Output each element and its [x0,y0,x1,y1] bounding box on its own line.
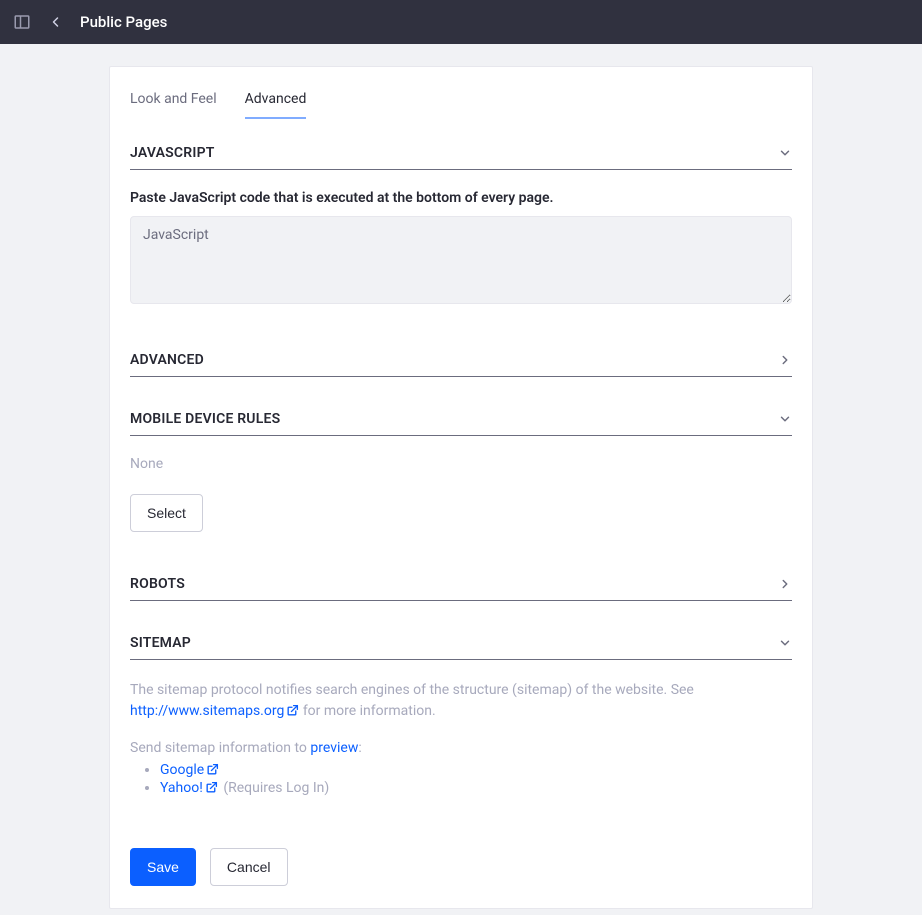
select-button[interactable]: Select [130,494,203,532]
section-sitemap-body: The sitemap protocol notifies search eng… [130,660,792,808]
page-title: Public Pages [80,13,167,31]
yahoo-note: (Requires Log In) [223,780,329,796]
section-robots-title: ROBOTS [130,576,185,592]
external-link-icon [206,763,219,776]
sitemap-provider-list: Google Yahoo! (Requires Log In) [130,762,792,796]
tab-advanced[interactable]: Advanced [245,91,307,119]
sitemap-send-suffix: : [358,740,361,756]
sitemap-send-prefix: Send sitemap information to [130,740,310,756]
section-javascript-header[interactable]: JAVASCRIPT [130,145,792,170]
chevron-down-icon [778,412,792,426]
cancel-button[interactable]: Cancel [210,848,288,886]
sitemap-send-line: Send sitemap information to preview: [130,740,792,756]
settings-card: Look and Feel Advanced JAVASCRIPT Paste … [109,66,813,909]
tab-look-and-feel[interactable]: Look and Feel [130,91,217,119]
section-javascript-body: Paste JavaScript code that is executed a… [130,170,792,318]
list-item: Yahoo! (Requires Log In) [160,780,792,796]
section-javascript-title: JAVASCRIPT [130,145,215,161]
save-button[interactable]: Save [130,848,196,886]
topbar: Public Pages [0,0,922,44]
main-content: Look and Feel Advanced JAVASCRIPT Paste … [0,44,922,909]
section-mobile-header[interactable]: MOBILE DEVICE RULES [130,411,792,436]
yahoo-link[interactable]: Yahoo! [160,780,218,796]
external-link-icon [205,781,218,794]
sitemap-desc-suffix: for more information. [303,703,436,719]
sitemap-description: The sitemap protocol notifies search eng… [130,680,792,722]
sitemap-desc-prefix: The sitemap protocol notifies search eng… [130,682,694,698]
sitemap-protocol-link[interactable]: http://www.sitemaps.org [130,703,299,719]
form-actions: Save Cancel [130,848,792,886]
javascript-input[interactable] [130,216,792,304]
back-icon[interactable] [46,16,66,28]
chevron-down-icon [778,146,792,160]
section-mobile-title: MOBILE DEVICE RULES [130,411,280,427]
mobile-none-text: None [130,456,792,472]
section-sitemap-header[interactable]: SITEMAP [130,635,792,660]
chevron-down-icon [778,636,792,650]
section-robots-header[interactable]: ROBOTS [130,576,792,601]
panel-toggle-icon[interactable] [12,13,32,31]
javascript-field-label: Paste JavaScript code that is executed a… [130,190,792,206]
preview-link[interactable]: preview [310,740,358,756]
chevron-right-icon [778,577,792,591]
section-sitemap-title: SITEMAP [130,635,191,651]
google-link[interactable]: Google [160,762,219,778]
list-item: Google [160,762,792,778]
external-link-icon [286,704,299,717]
tabs: Look and Feel Advanced [130,87,792,119]
section-advanced-title: ADVANCED [130,352,204,368]
section-mobile-body: None Select [130,436,792,542]
chevron-right-icon [778,353,792,367]
section-advanced-header[interactable]: ADVANCED [130,352,792,377]
